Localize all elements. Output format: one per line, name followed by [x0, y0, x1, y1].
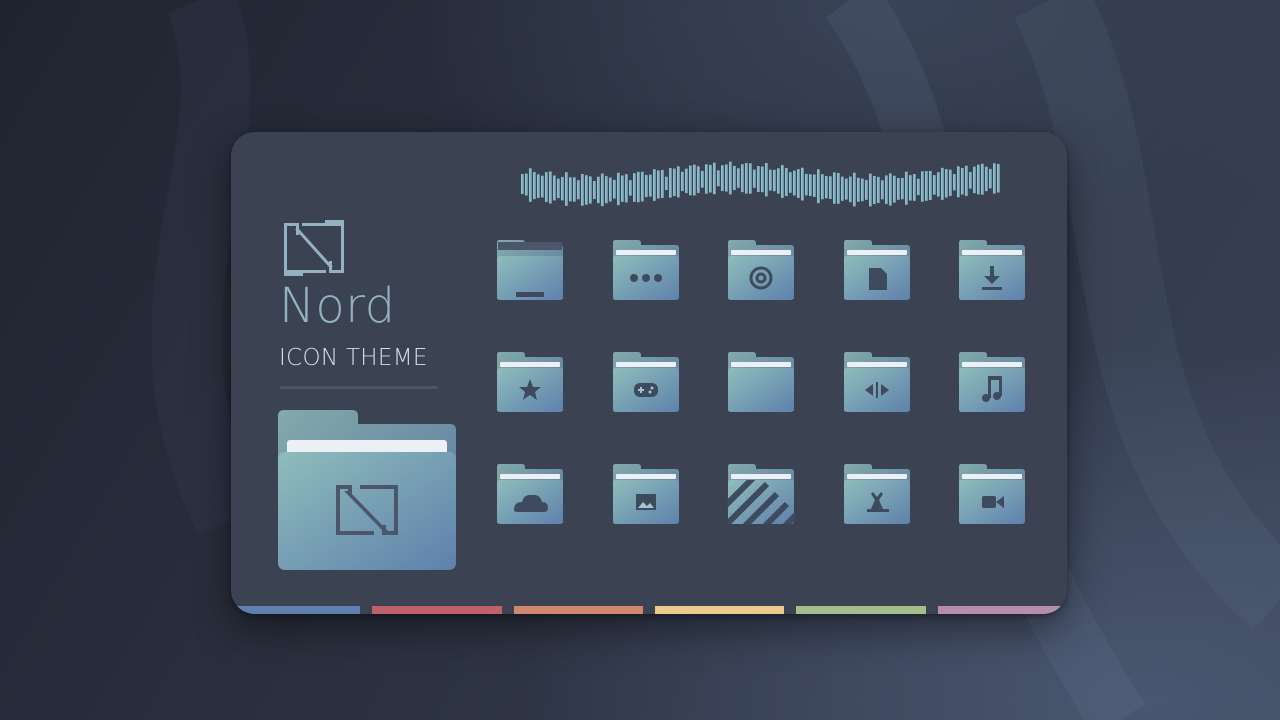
theme-title: Nord: [279, 278, 396, 334]
favorites-folder-icon[interactable]: [496, 352, 564, 414]
generic-folder-icon[interactable]: [727, 352, 795, 414]
divider: [280, 386, 438, 389]
palette-stripe: [513, 606, 643, 614]
templates-folder-icon[interactable]: [727, 464, 795, 526]
downloads-folder-icon[interactable]: [958, 240, 1026, 302]
at-folder-icon[interactable]: [727, 240, 795, 302]
desktop-folder-icon[interactable]: [496, 240, 564, 302]
palette-stripe: [231, 606, 361, 614]
palette-stripe: [937, 606, 1067, 614]
palette-stripe: [796, 606, 926, 614]
more-folder-icon[interactable]: [612, 240, 680, 302]
theme-subtitle: ICON THEME: [279, 345, 428, 371]
palette-stripe: [372, 606, 502, 614]
videos-folder-icon[interactable]: [958, 464, 1026, 526]
sound-wave-graphic: [521, 161, 1000, 207]
cloud-folder-icon[interactable]: [496, 464, 564, 526]
recreation-folder-icon[interactable]: [843, 464, 911, 526]
pictures-folder-icon[interactable]: [612, 464, 680, 526]
palette-stripe: [654, 606, 785, 614]
development-folder-icon[interactable]: [843, 352, 911, 414]
palette-stripes: [231, 606, 1067, 614]
music-folder-icon[interactable]: [958, 352, 1026, 414]
nord-folder-icon: [278, 410, 456, 570]
documents-folder-icon[interactable]: [843, 240, 911, 302]
theme-card: Nord ICON THEME: [231, 132, 1067, 614]
nord-logo-icon: [284, 220, 344, 276]
games-folder-icon[interactable]: [612, 352, 680, 414]
